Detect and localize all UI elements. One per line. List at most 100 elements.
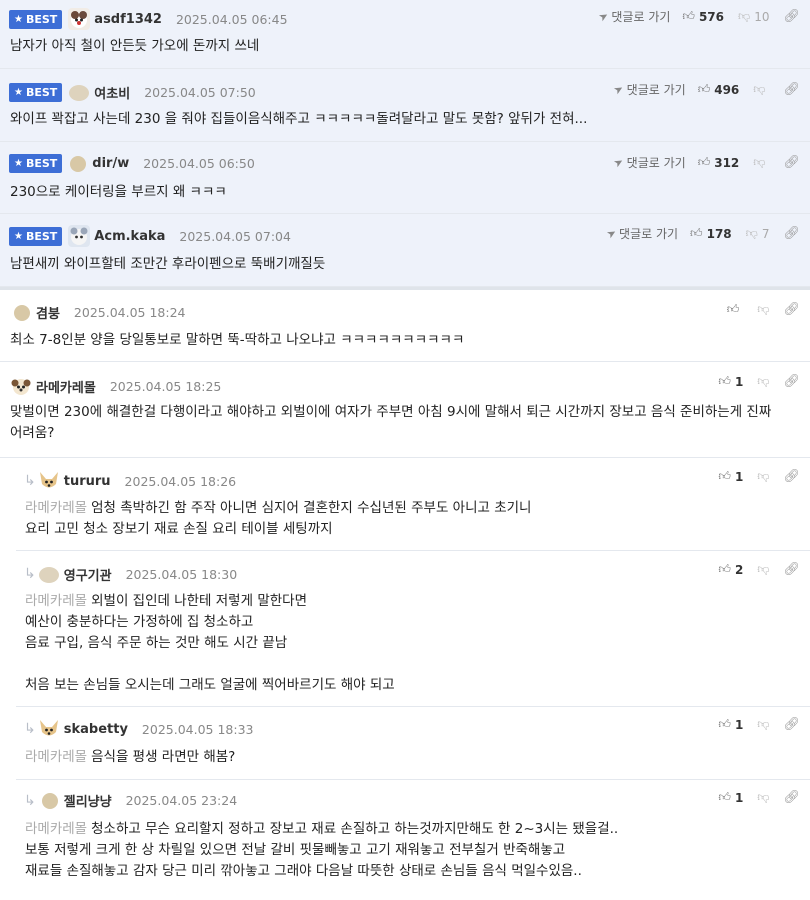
reply-arrow-icon: ↳ <box>24 721 36 737</box>
thumbs-down-icon[interactable]: 👎︎ <box>757 562 769 577</box>
avatar[interactable] <box>38 563 60 585</box>
send-icon: ➤ <box>611 154 627 171</box>
upvote-count: 2 <box>734 562 744 577</box>
send-icon: ➤ <box>596 8 612 25</box>
upvote-count: 496 <box>714 82 740 97</box>
comment-text: 남편새끼 와이프할테 조만간 후라이펜으로 뚝배기깨질듯 <box>10 256 326 272</box>
reply-comment: ↳ 영구기관 2025.04.05 18:30 👍︎ 2 👎︎ 🔗︎ 라메카레몰 외… <box>16 551 810 707</box>
star-icon: ★ <box>14 86 23 98</box>
send-icon: ➤ <box>611 81 627 98</box>
reply-comment: ↳ tururu 2025.04.05 18:26 👍︎ 1 👎︎ 🔗︎ 라메카레… <box>16 458 810 551</box>
comment-text: 라메카레몰 엄청 촉박하긴 함 주작 아니면 심지어 결혼한지 수십년된 주부도 … <box>25 500 532 537</box>
avatar[interactable] <box>14 304 30 321</box>
thumbs-up-icon[interactable]: 👍︎ <box>698 82 711 97</box>
best-badge: ★ BEST <box>9 226 63 246</box>
link-icon[interactable]: 🔗︎ <box>783 469 800 484</box>
comment-text: 맞벌이면 230에 해결한걸 다행이라고 해야하고 외벌이에 여자가 주부면 아… <box>10 404 772 441</box>
nickname[interactable]: skabetty <box>64 722 128 737</box>
thumbs-up-icon[interactable]: 👍︎ <box>718 562 731 577</box>
avatar[interactable] <box>68 81 90 103</box>
best-badge: ★ BEST <box>9 82 63 102</box>
thumbs-up-icon[interactable]: 👍︎ <box>727 302 740 317</box>
upvote-count: 178 <box>706 226 732 241</box>
comment-date: 2025.04.05 18:24 <box>73 305 186 320</box>
link-icon[interactable]: 🔗︎ <box>783 790 800 805</box>
comment-date: 2025.04.05 07:04 <box>179 228 291 244</box>
comment-text: 라메카레몰 음식을 평생 라면만 해봄? <box>25 749 236 765</box>
thumbs-down-icon[interactable]: 👎︎ <box>757 374 769 389</box>
thumbs-up-icon[interactable]: 👍︎ <box>718 790 731 805</box>
comment-date: 2025.04.05 18:33 <box>141 721 254 737</box>
goto-comment-link[interactable]: ➤ 댓글로 가기 <box>604 225 678 242</box>
link-icon[interactable]: 🔗︎ <box>783 226 800 241</box>
nickname[interactable]: dir/w <box>92 156 129 171</box>
nickname[interactable]: 영구기관 <box>64 565 112 584</box>
reply-arrow-icon: ↳ <box>24 792 36 809</box>
upvote-count: 576 <box>698 9 725 24</box>
thumbs-up-icon[interactable]: 👍︎ <box>718 374 731 389</box>
thumbs-up-icon[interactable]: 👍︎ <box>698 155 711 170</box>
goto-comment-link[interactable]: ➤ 댓글로 가기 <box>611 81 686 98</box>
nickname[interactable]: Acm.kaka <box>94 229 165 244</box>
comment-text: 라메카레몰 청소하고 무슨 요리할지 정하고 장보고 재료 손질하고 하는것까지만… <box>25 821 619 879</box>
thumbs-down-icon[interactable]: 👎︎ <box>757 469 769 484</box>
best-comment: ★ BEST Acm.kaka 2025.04.05 07:04 ➤ 댓글로 가기 … <box>0 214 810 287</box>
mention[interactable]: 라메카레몰 <box>25 821 87 837</box>
thumbs-down-icon[interactable]: 👎︎ <box>757 302 769 317</box>
comment-text: 남자가 아직 철이 안든듯 가오에 돈까지 쓰네 <box>10 38 260 54</box>
goto-comment-link[interactable]: ➤ 댓글로 가기 <box>611 154 686 171</box>
thumbs-up-icon[interactable]: 👍︎ <box>718 469 731 484</box>
thumbs-down-icon[interactable]: 👎︎ <box>753 82 765 97</box>
link-icon[interactable]: 🔗︎ <box>783 302 800 317</box>
avatar[interactable] <box>37 470 60 492</box>
nickname[interactable]: 젤리냥냥 <box>64 791 112 810</box>
link-icon[interactable]: 🔗︎ <box>783 9 800 24</box>
avatar[interactable] <box>37 718 60 740</box>
link-icon[interactable]: 🔗︎ <box>783 155 800 170</box>
best-comment: ★ BEST 여초비 2025.04.05 07:50 ➤ 댓글로 가기 👍︎ 496… <box>0 69 810 142</box>
thumbs-down-icon[interactable]: 👎︎ <box>757 790 769 805</box>
comment-date: 2025.04.05 23:24 <box>125 793 238 808</box>
link-icon[interactable]: 🔗︎ <box>783 717 800 732</box>
thumbs-down-icon[interactable]: 👎︎ <box>738 9 750 24</box>
thumbs-down-icon[interactable]: 👎︎ <box>746 226 758 241</box>
thumbs-up-icon[interactable]: 👍︎ <box>682 9 695 24</box>
link-icon[interactable]: 🔗︎ <box>783 82 800 97</box>
mention[interactable]: 라메카레몰 <box>25 500 87 516</box>
thumbs-up-icon[interactable]: 👍︎ <box>690 226 703 241</box>
thumbs-down-icon[interactable]: 👎︎ <box>757 717 769 732</box>
nickname[interactable]: 라메카레몰 <box>36 377 96 396</box>
send-icon: ➤ <box>604 225 619 242</box>
reply-comment: ↳ 젤리냥냥 2025.04.05 23:24 👍︎ 1 👎︎ 🔗︎ 라메카레몰 청… <box>16 780 810 900</box>
comment-date: 2025.04.05 18:25 <box>109 378 222 394</box>
goto-comment-link[interactable]: ➤ 댓글로 가기 <box>596 8 671 25</box>
upvote-count: 1 <box>734 717 744 732</box>
upvote-count: 1 <box>734 374 744 389</box>
nickname[interactable]: 여초비 <box>94 83 130 102</box>
nickname[interactable]: asdf1342 <box>94 12 162 27</box>
avatar[interactable] <box>68 225 91 247</box>
downvote-count: 10 <box>754 9 770 24</box>
comment: 겸붕 2025.04.05 18:24 👍︎ 👎︎ 🔗︎ 최소 7-8인분 양을… <box>0 290 810 362</box>
star-icon: ★ <box>14 230 23 242</box>
nickname[interactable]: tururu <box>64 474 111 489</box>
link-icon[interactable]: 🔗︎ <box>783 562 800 577</box>
upvote-count: 1 <box>734 790 744 805</box>
avatar[interactable] <box>68 8 91 30</box>
comment-text: 230으로 케이터링을 부르지 왜 ㅋㅋㅋ <box>10 184 227 200</box>
best-badge: ★ BEST <box>9 9 63 29</box>
comment-date: 2025.04.05 06:50 <box>143 156 255 171</box>
star-icon: ★ <box>14 158 23 169</box>
nickname[interactable]: 겸붕 <box>36 303 60 322</box>
avatar[interactable] <box>70 155 87 172</box>
avatar[interactable] <box>41 792 58 809</box>
avatar[interactable] <box>10 375 32 397</box>
upvote-count: 312 <box>714 155 740 170</box>
comment-text: 최소 7-8인분 양을 당일통보로 말하면 뚝-딱하고 나오냐고 ㅋㅋㅋㅋㅋㅋㅋ… <box>10 332 465 348</box>
link-icon[interactable]: 🔗︎ <box>783 374 800 389</box>
mention[interactable]: 라메카레몰 <box>25 593 87 609</box>
star-icon: ★ <box>14 13 23 25</box>
thumbs-up-icon[interactable]: 👍︎ <box>718 717 731 732</box>
thumbs-down-icon[interactable]: 👎︎ <box>753 155 765 170</box>
mention[interactable]: 라메카레몰 <box>25 749 87 765</box>
